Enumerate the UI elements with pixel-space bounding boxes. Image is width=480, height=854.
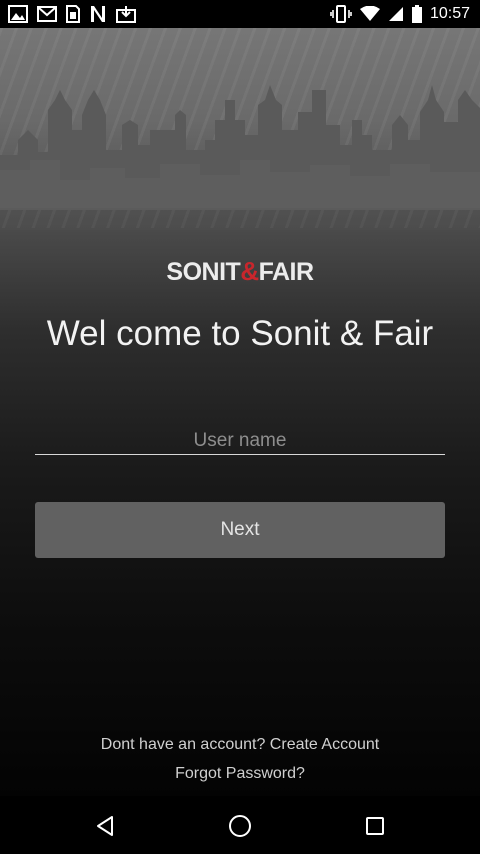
recents-button[interactable] (359, 810, 391, 842)
home-icon (229, 815, 251, 837)
back-icon (97, 816, 113, 836)
cell-signal-icon (388, 7, 403, 21)
logo-ampersand: & (240, 256, 259, 286)
logo-text-right: FAIR (258, 258, 314, 286)
brand-logo: SONIT&FAIR (0, 256, 480, 287)
clock: 10:57 (429, 5, 470, 22)
notification-icons (8, 5, 136, 23)
welcome-heading: Wel come to Sonit & Fair (46, 314, 434, 353)
home-button[interactable] (224, 810, 256, 842)
forgot-password-link[interactable]: Forgot Password? (0, 765, 480, 783)
back-button[interactable] (89, 810, 121, 842)
username-input[interactable] (35, 428, 445, 455)
gmail-icon (37, 6, 57, 22)
system-icons: 10:57 (330, 4, 470, 24)
battery-icon (411, 5, 422, 23)
status-bar: 10:57 (0, 0, 480, 28)
create-account-link[interactable]: Dont have an account? Create Account (0, 736, 480, 754)
gallery-icon (8, 5, 28, 23)
wifi-icon (359, 6, 380, 21)
download-icon (116, 6, 136, 23)
recents-icon (366, 817, 384, 835)
logo-text-left: SONIT (166, 258, 241, 286)
city-skyline-illustration (0, 85, 480, 230)
netflix-icon (91, 6, 105, 22)
login-screen: 10:57 SONIT&FAIR Wel come to Sonit & Fai… (0, 0, 480, 854)
next-button[interactable]: Next (35, 502, 445, 558)
navigation-bar (0, 796, 480, 854)
sim-card-icon (66, 5, 80, 23)
vibrate-icon (330, 5, 352, 23)
